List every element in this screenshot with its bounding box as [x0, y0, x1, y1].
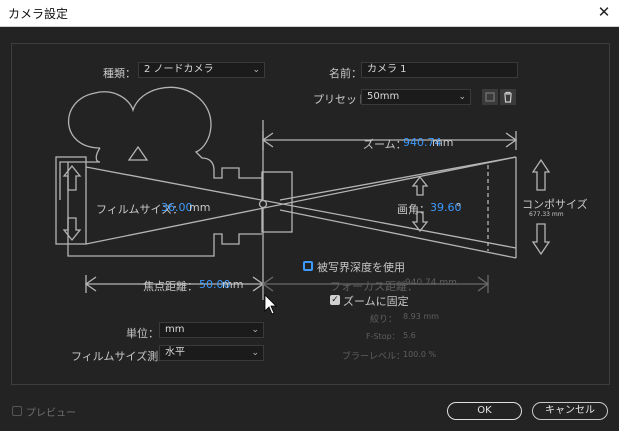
- aperture-value: 8.93 mm: [403, 312, 439, 321]
- preview-checkbox[interactable]: [12, 406, 22, 416]
- chevron-down-icon: ⌄: [251, 325, 259, 335]
- blur-level-label: ブラーレベル：: [342, 352, 406, 362]
- film-size-value[interactable]: 36.00: [161, 201, 193, 214]
- depth-of-field-label[interactable]: 被写界深度を使用: [317, 259, 405, 275]
- mouse-cursor-icon: [264, 294, 277, 315]
- units-select[interactable]: mm ⌄: [159, 322, 264, 338]
- trash-icon: [504, 91, 512, 103]
- focal-length-unit: mm: [222, 278, 244, 291]
- blur-level-value: 100.0 %: [403, 350, 437, 359]
- lock-to-zoom-label[interactable]: ズームに固定: [343, 293, 409, 309]
- type-value: 2 ノードカメラ: [144, 64, 214, 75]
- fstop-value: 5.6: [403, 331, 416, 340]
- save-preset-button[interactable]: [482, 89, 498, 105]
- focus-distance-value: 940.74 mm: [405, 278, 457, 288]
- fstop-label: F-Stop：: [366, 332, 400, 341]
- type-label: 種類：: [103, 67, 136, 80]
- name-field[interactable]: カメラ 1: [361, 62, 518, 78]
- name-label: 名前：: [329, 67, 362, 80]
- film-size-unit: mm: [189, 201, 211, 214]
- arrow-up-icon: [531, 158, 551, 191]
- arrow-down-icon: [531, 223, 551, 256]
- zoom-unit: mm: [432, 136, 454, 149]
- camera-outline-icon: [59, 86, 262, 257]
- cancel-button[interactable]: キャンセル: [532, 402, 608, 420]
- comp-size-value: 677.33 mm: [529, 211, 564, 218]
- aperture-label: 絞り：: [370, 315, 398, 325]
- checkmark-icon: ✓: [331, 295, 339, 305]
- units-label: 単位：: [126, 327, 159, 340]
- type-select[interactable]: 2 ノードカメラ ⌄: [138, 62, 265, 78]
- ok-button[interactable]: OK: [447, 402, 522, 420]
- name-value: カメラ 1: [367, 64, 407, 75]
- preview-label[interactable]: プレビュー: [26, 404, 76, 419]
- film-measure-select[interactable]: 水平 ⌄: [159, 345, 264, 361]
- chevron-down-icon: ⌄: [251, 348, 259, 358]
- zoom-label: ズーム：: [363, 138, 407, 151]
- save-preset-icon: [485, 92, 495, 102]
- focal-length-label: 焦点距離：: [143, 280, 198, 293]
- preset-value: 50mm: [367, 91, 400, 102]
- depth-of-field-checkbox[interactable]: [303, 261, 313, 271]
- chevron-down-icon: ⌄: [252, 65, 260, 75]
- units-value: mm: [165, 324, 185, 335]
- preset-select[interactable]: 50mm ⌄: [361, 89, 471, 105]
- delete-preset-button[interactable]: [500, 89, 516, 105]
- angle-unit: °: [456, 201, 462, 214]
- comp-size-label: コンポサイズ: [522, 198, 588, 211]
- lock-to-zoom-checkbox[interactable]: ✓: [330, 295, 340, 305]
- angle-label: 画角：: [397, 203, 430, 216]
- film-measure-value: 水平: [165, 347, 185, 358]
- chevron-down-icon: ⌄: [458, 92, 466, 102]
- camera-diagram: [55, 86, 551, 315]
